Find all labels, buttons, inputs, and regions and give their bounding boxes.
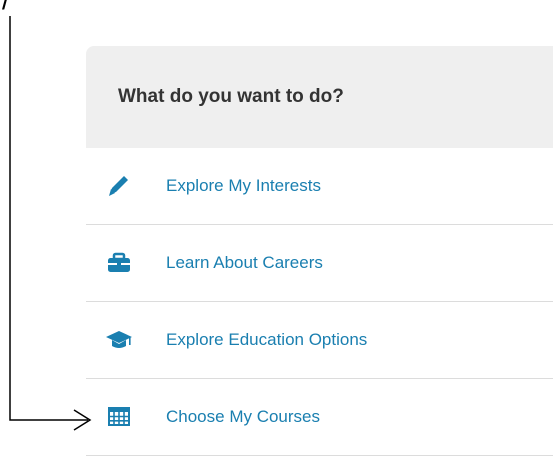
panel-header: What do you want to do? — [86, 46, 553, 148]
briefcase-icon — [104, 251, 134, 275]
menu-item-education-options[interactable]: Explore Education Options — [86, 302, 553, 379]
menu-item-label: Learn About Careers — [166, 253, 323, 272]
menu-item-label: Choose My Courses — [166, 407, 321, 426]
menu-item-explore-interests[interactable]: Explore My Interests — [86, 148, 553, 225]
menu-item-label: Explore My Interests — [166, 176, 321, 195]
stage: / What do you want to do? Explore My Int… — [0, 0, 553, 468]
panel-title: What do you want to do? — [118, 86, 344, 107]
graduation-cap-icon — [104, 328, 134, 352]
menu-item-label: Explore Education Options — [166, 330, 368, 349]
pencil-icon — [104, 174, 134, 198]
calendar-grid-icon — [104, 405, 134, 429]
menu-item-choose-courses[interactable]: Choose My Courses — [86, 379, 553, 456]
menu-item-learn-careers[interactable]: Learn About Careers — [86, 225, 553, 302]
what-do-you-want-panel: What do you want to do? Explore My Inter… — [86, 46, 553, 456]
